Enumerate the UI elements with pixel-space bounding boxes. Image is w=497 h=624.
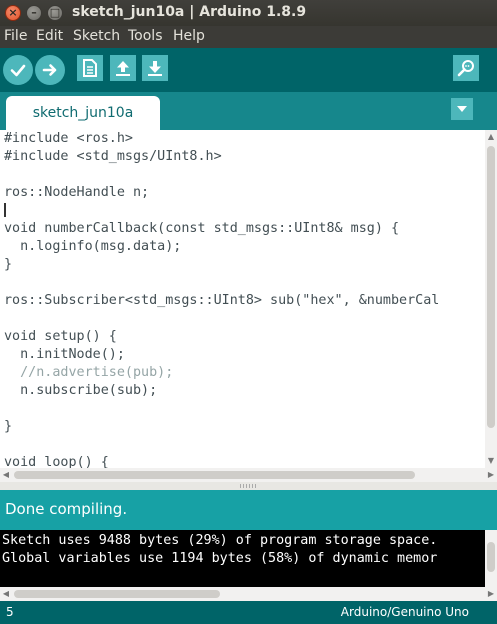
new-icon (83, 59, 97, 77)
open-icon (116, 61, 130, 76)
tab-strip: sketch_jun10a (0, 92, 497, 130)
code-editor[interactable]: #include <ros.h> #include <std_msgs/UInt… (0, 130, 485, 468)
new-button[interactable] (77, 55, 103, 81)
footer-bar: 5 Arduino/Genuino Uno (0, 601, 497, 624)
menu-file[interactable]: File (4, 28, 27, 44)
minimize-icon: – (31, 6, 37, 19)
code-line: void numberCallback(const std_msgs::UInt… (4, 221, 400, 236)
code-line: #include <ros.h> (4, 131, 133, 146)
console-horizontal-scroll-thumb[interactable] (14, 590, 220, 598)
close-icon: × (8, 6, 18, 19)
verify-button[interactable] (3, 55, 33, 85)
status-bar: Done compiling. (0, 490, 497, 530)
code-line: void loop() { (4, 455, 109, 468)
console-line: Global variables use 1194 bytes (58%) of… (2, 551, 438, 566)
scroll-down-icon[interactable]: ▼ (485, 454, 497, 468)
window-maximize-button[interactable]: □ (47, 5, 63, 21)
menu-help[interactable]: Help (173, 28, 205, 44)
scroll-right-icon[interactable]: ▶ (485, 587, 497, 601)
code-line: ros::Subscriber<std_msgs::UInt8> sub("he… (4, 293, 440, 308)
console-horizontal-scrollbar[interactable]: ◀ ▶ (0, 587, 497, 601)
window-minimize-button[interactable]: – (26, 5, 42, 21)
code-line: } (4, 257, 13, 272)
toolbar (0, 48, 497, 92)
editor-horizontal-scroll-thumb[interactable] (14, 471, 415, 479)
scroll-right-icon[interactable]: ▶ (485, 468, 497, 482)
editor-horizontal-scrollbar[interactable]: ◀ ▶ (0, 468, 497, 482)
code-line: n.loginfo(msg.data); (4, 239, 182, 254)
scroll-up-icon[interactable]: ▲ (485, 130, 497, 144)
panel-splitter[interactable] (0, 482, 497, 490)
window-titlebar: × – □ sketch_jun10a | Arduino 1.8.9 (0, 0, 497, 26)
upload-button[interactable] (35, 55, 65, 85)
console-line: Sketch uses 9488 bytes (29%) of program … (2, 533, 438, 548)
splitter-grip-icon[interactable] (240, 484, 256, 488)
status-message: Done compiling. (5, 500, 128, 518)
console-vertical-scrollbar[interactable] (485, 530, 497, 587)
serial-monitor-button[interactable] (453, 55, 479, 81)
code-line: n.subscribe(sub); (4, 383, 158, 398)
console-output[interactable]: Sketch uses 9488 bytes (29%) of program … (0, 530, 485, 587)
code-line: ros::NodeHandle n; (4, 185, 150, 200)
save-icon (148, 61, 162, 76)
serial-monitor-icon (457, 60, 474, 77)
menu-sketch[interactable]: Sketch (73, 28, 120, 44)
window-title: sketch_jun10a | Arduino 1.8.9 (72, 4, 307, 20)
code-line: } (4, 419, 13, 434)
menu-tools[interactable]: Tools (128, 28, 163, 44)
menu-edit[interactable]: Edit (36, 28, 63, 44)
menu-bar: File Edit Sketch Tools Help (0, 26, 497, 48)
verify-icon (10, 64, 26, 77)
code-line: void setup() { (4, 329, 117, 344)
tab-menu-button[interactable] (451, 98, 473, 120)
scroll-left-icon[interactable]: ◀ (0, 587, 12, 601)
editor-vertical-scrollbar[interactable]: ▲ ▼ (485, 130, 497, 468)
console-vertical-scroll-thumb[interactable] (487, 542, 495, 572)
editor-vertical-scroll-thumb[interactable] (487, 146, 495, 428)
save-button[interactable] (142, 55, 168, 81)
code-line: n.initNode(); (4, 347, 125, 362)
tab-sketch[interactable]: sketch_jun10a (6, 96, 160, 130)
line-number: 5 (6, 605, 14, 619)
chevron-down-icon (457, 106, 467, 112)
upload-icon (42, 64, 57, 76)
code-line: #include <std_msgs/UInt8.h> (4, 149, 222, 164)
maximize-icon: □ (49, 6, 61, 19)
open-button[interactable] (110, 55, 136, 81)
board-name: Arduino/Genuino Uno (340, 605, 469, 619)
code-line: //n.advertise(pub); (4, 365, 174, 380)
scroll-left-icon[interactable]: ◀ (0, 468, 12, 482)
text-caret (4, 203, 6, 217)
window-close-button[interactable]: × (5, 5, 21, 21)
